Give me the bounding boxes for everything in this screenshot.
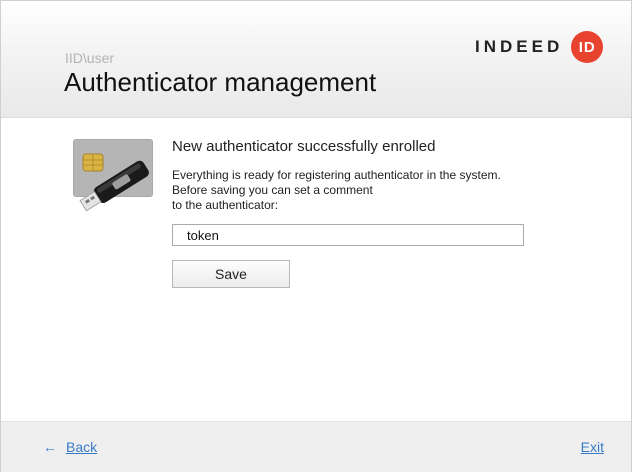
message-body: Everything is ready for registering auth…	[172, 168, 552, 213]
message-line: to the authenticator:	[172, 198, 279, 212]
save-button[interactable]: Save	[172, 260, 290, 288]
app-window: IID\user Authenticator management INDEED…	[0, 0, 632, 472]
exit-link[interactable]: Exit	[581, 439, 604, 455]
back-label: Back	[66, 439, 98, 455]
user-path: IID\user	[65, 50, 115, 66]
page-title: Authenticator management	[64, 67, 377, 97]
message-line: Before saving you can set a comment	[172, 183, 373, 197]
logo-text: INDEED	[475, 37, 564, 56]
main-content: New authenticator successfully enrolled …	[1, 118, 631, 421]
footer: ← Back Exit	[1, 421, 631, 472]
indeed-id-logo: INDEED ID	[475, 31, 604, 63]
smartcard-usb-token-icon	[73, 139, 153, 212]
left-arrow-icon: ←	[43, 439, 57, 455]
logo-badge: ID	[571, 31, 604, 63]
message-title: New authenticator successfully enrolled	[172, 138, 436, 155]
header: IID\user Authenticator management INDEED…	[1, 1, 631, 118]
back-link[interactable]: ← Back	[43, 439, 97, 455]
message-line: Everything is ready for registering auth…	[172, 168, 501, 182]
comment-input[interactable]	[172, 224, 524, 246]
